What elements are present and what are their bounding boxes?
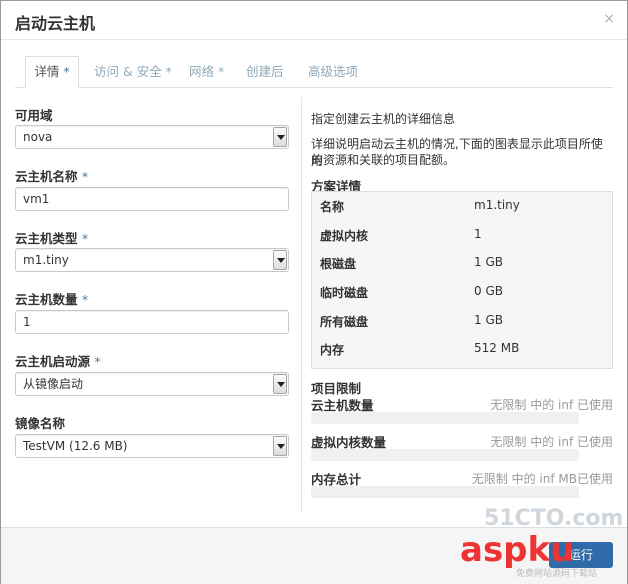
- chevron-down-icon[interactable]: [273, 127, 287, 147]
- chevron-down-icon[interactable]: [273, 250, 287, 270]
- watermark-51cto: 51CTO.com: [484, 506, 624, 531]
- quota-instances-bar: [311, 412, 579, 424]
- availability-zone-select[interactable]: nova: [15, 125, 289, 149]
- tab-label: 详情: [34, 64, 60, 79]
- instance-count-label: 云主机数量 *: [15, 292, 89, 307]
- tab-access-security[interactable]: 访问 & 安全 *: [94, 57, 172, 87]
- table-row: 所有磁盘 1 GB: [320, 313, 503, 329]
- tab-advanced[interactable]: 高级选项: [308, 57, 358, 87]
- intro-title: 指定创建云主机的详细信息: [311, 112, 456, 126]
- instance-name-input[interactable]: vm1: [15, 187, 289, 211]
- table-row: 虚拟内核 1: [320, 227, 482, 243]
- flavor-details-table: 名称 m1.tiny 虚拟内核 1 根磁盘 1 GB 临时磁盘 0 GB 所有磁…: [311, 191, 613, 369]
- availability-zone-label: 可用域: [15, 108, 53, 123]
- tab-label: 高级选项: [308, 64, 359, 79]
- chevron-down-icon[interactable]: [273, 374, 287, 394]
- quota-vcpus-bar: [311, 449, 579, 461]
- watermark-caption: 免费网站源码下载站: [516, 569, 598, 579]
- flavor-select[interactable]: m1.tiny: [15, 248, 289, 272]
- boot-source-select[interactable]: 从镜像启动: [15, 372, 289, 396]
- tab-post-creation[interactable]: 创建后: [246, 57, 284, 87]
- close-icon[interactable]: ×: [603, 11, 615, 27]
- tab-networking[interactable]: 网络 *: [189, 57, 224, 87]
- flavor-label: 云主机类型 *: [15, 231, 89, 246]
- modal-title: 启动云主机: [15, 14, 96, 33]
- launch-instance-modal: 启动云主机 × 详情 * 访问 & 安全 * 网络 * 创建后 高级选项 可用域…: [0, 0, 628, 584]
- image-name-select[interactable]: TestVM (12.6 MB): [15, 434, 289, 458]
- tab-bar: 详情 * 访问 & 安全 * 网络 * 创建后 高级选项: [15, 56, 613, 89]
- column-divider: [301, 97, 302, 513]
- chevron-down-icon[interactable]: [273, 436, 287, 456]
- image-name-label: 镜像名称: [15, 416, 66, 431]
- tab-details[interactable]: 详情 *: [25, 56, 79, 89]
- modal-header: 启动云主机 ×: [1, 1, 627, 40]
- instance-count-input[interactable]: 1: [15, 310, 289, 334]
- table-row: 内存 512 MB: [320, 341, 520, 357]
- table-row: 临时磁盘 0 GB: [320, 284, 503, 300]
- instance-name-label: 云主机名称 *: [15, 169, 89, 184]
- tab-label: 访问 & 安全: [94, 64, 162, 79]
- tab-label: 网络: [189, 64, 215, 79]
- boot-source-label: 云主机启动源 *: [15, 354, 101, 369]
- quota-ram-note: 无限制 中的 inf MB已使用: [471, 472, 613, 486]
- table-row: 根磁盘 1 GB: [320, 255, 503, 271]
- table-row: 名称 m1.tiny: [320, 198, 520, 214]
- quota-vcpus-note: 无限制 中的 inf 已使用: [490, 435, 613, 449]
- quota-instances-note: 无限制 中的 inf 已使用: [490, 398, 613, 412]
- tab-label: 创建后: [246, 64, 284, 79]
- quota-ram-bar: [311, 486, 579, 498]
- intro-line-2: 的资源和关联的项目配额。: [311, 153, 456, 167]
- watermark-aspku: aspku: [460, 530, 575, 570]
